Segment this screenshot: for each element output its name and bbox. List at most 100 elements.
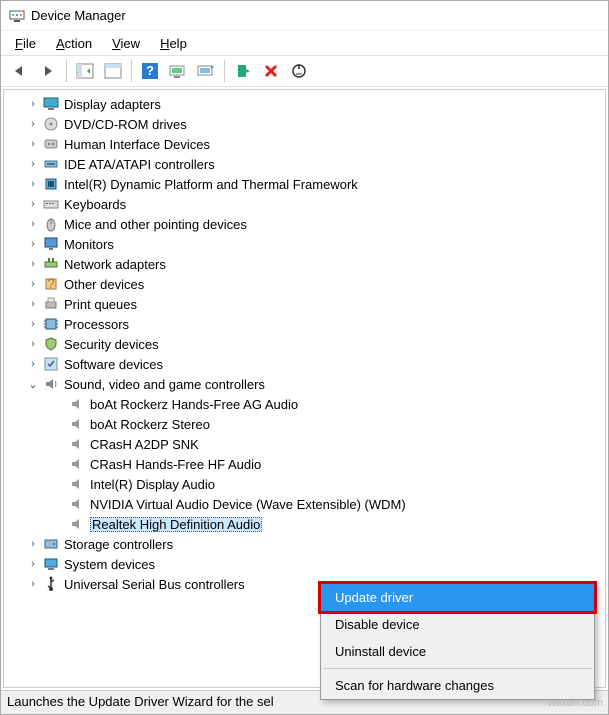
chevron-right-icon[interactable]: › [26,218,40,230]
tree-category[interactable]: ›Processors [8,314,605,334]
tree-category[interactable]: › Display adapters [8,94,605,114]
ctx-uninstall-device[interactable]: Uninstall device [321,638,594,665]
software-icon [42,356,60,372]
tree-device[interactable]: CRasH A2DP SNK [8,434,605,454]
chevron-right-icon[interactable]: › [26,238,40,250]
mouse-icon [42,216,60,232]
chevron-right-icon[interactable]: › [26,338,40,350]
tree-category-label: Intel(R) Dynamic Platform and Thermal Fr… [64,177,358,192]
tree-category[interactable]: › Intel(R) Dynamic Platform and Thermal F… [8,174,605,194]
tree-category[interactable]: ›Mice and other pointing devices [8,214,605,234]
tree-category[interactable]: ⌄ Sound, video and game controllers [8,374,605,394]
tree-category[interactable]: › Network adapters [8,254,605,274]
tree-category-label: DVD/CD-ROM drives [64,117,187,132]
printer-icon [42,296,60,312]
show-hide-tree-button[interactable] [72,58,98,84]
tree-category[interactable]: › System devices [8,554,605,574]
chevron-right-icon[interactable]: › [26,538,40,550]
tree-device[interactable]: boAt Rockerz Stereo [8,414,605,434]
tree-category[interactable]: › Software devices [8,354,605,374]
tree-category-label: IDE ATA/ATAPI controllers [64,157,215,172]
tree-category[interactable]: › DVD/CD-ROM drives [8,114,605,134]
tree-category[interactable]: ›? Other devices [8,274,605,294]
titlebar: Device Manager [1,1,608,31]
chevron-right-icon[interactable]: › [26,158,40,170]
tree-category-label: Print queues [64,297,137,312]
tree-category[interactable]: › Print queues [8,294,605,314]
chevron-right-icon[interactable]: › [26,138,40,150]
tree-device-label: boAt Rockerz Stereo [90,417,210,432]
tree-device[interactable]: Intel(R) Display Audio [8,474,605,494]
tree-category-label: Software devices [64,357,163,372]
tree-category-label: Storage controllers [64,537,173,552]
chevron-right-icon[interactable]: › [26,118,40,130]
ctx-scan-hardware[interactable]: Scan for hardware changes [321,672,594,699]
tree-category-label: Human Interface Devices [64,137,210,152]
tree-device-label: CRasH A2DP SNK [90,437,199,452]
tree-category[interactable]: ›Security devices [8,334,605,354]
forward-button[interactable] [35,58,61,84]
enable-device-button[interactable] [230,58,256,84]
keyboard-icon [42,196,60,212]
tree-device[interactable]: Realtek High Definition Audio [8,514,605,534]
chevron-right-icon[interactable]: › [26,198,40,210]
properties-button[interactable] [100,58,126,84]
watermark: wsxdn.com [548,697,603,709]
chevron-down-icon[interactable]: ⌄ [26,378,40,391]
cpu-icon [42,316,60,332]
app-icon [9,8,25,24]
ctx-disable-device[interactable]: Disable device [321,611,594,638]
chevron-right-icon[interactable]: › [26,258,40,270]
tree-device[interactable]: CRasH Hands-Free HF Audio [8,454,605,474]
tree-category[interactable]: ›Keyboards [8,194,605,214]
tree-device[interactable]: NVIDIA Virtual Audio Device (Wave Extens… [8,494,605,514]
chevron-right-icon[interactable]: › [26,178,40,190]
toolbar: ? [1,55,608,87]
back-button[interactable] [7,58,33,84]
disc-icon [42,116,60,132]
menu-view[interactable]: View [104,34,148,53]
update-driver-button[interactable] [193,58,219,84]
tree-category-label: System devices [64,557,155,572]
tree-category[interactable]: › Storage controllers [8,534,605,554]
menubar: File Action View Help [1,31,608,55]
speaker-icon [68,456,86,472]
net-icon [42,256,60,272]
tree-device[interactable]: boAt Rockerz Hands-Free AG Audio [8,394,605,414]
scan-button[interactable] [165,58,191,84]
speaker-icon [68,496,86,512]
chevron-right-icon[interactable]: › [26,298,40,310]
ide-icon [42,156,60,172]
other-icon: ? [42,276,60,292]
usb-icon [42,576,60,592]
tree-category-label: Sound, video and game controllers [64,377,265,392]
menu-action[interactable]: Action [48,34,100,53]
tree-device-label: boAt Rockerz Hands-Free AG Audio [90,397,298,412]
disable-button[interactable] [286,58,312,84]
help-button[interactable]: ? [137,58,163,84]
chevron-right-icon[interactable]: › [26,578,40,590]
speaker-icon [68,516,86,532]
menu-help[interactable]: Help [152,34,195,53]
tree-category-label: Other devices [64,277,144,292]
speaker-icon [68,396,86,412]
tree-category[interactable]: › IDE ATA/ATAPI controllers [8,154,605,174]
tree-category-label: Universal Serial Bus controllers [64,577,245,592]
tree-category[interactable]: › Human Interface Devices [8,134,605,154]
tree-device-label: Realtek High Definition Audio [90,517,262,532]
tree-device-label: NVIDIA Virtual Audio Device (Wave Extens… [90,497,406,512]
tree-category-label: Display adapters [64,97,161,112]
chevron-right-icon[interactable]: › [26,318,40,330]
chevron-right-icon[interactable]: › [26,358,40,370]
tree-category-label: Network adapters [64,257,166,272]
ctx-update-driver[interactable]: Update driver [318,581,597,614]
ctx-separator [323,668,592,669]
tree-device-label: Intel(R) Display Audio [90,477,215,492]
chevron-right-icon[interactable]: › [26,98,40,110]
uninstall-button[interactable] [258,58,284,84]
chevron-right-icon[interactable]: › [26,278,40,290]
menu-file[interactable]: File [7,34,44,53]
tree-category[interactable]: ›Monitors [8,234,605,254]
speaker-icon [68,416,86,432]
chevron-right-icon[interactable]: › [26,558,40,570]
